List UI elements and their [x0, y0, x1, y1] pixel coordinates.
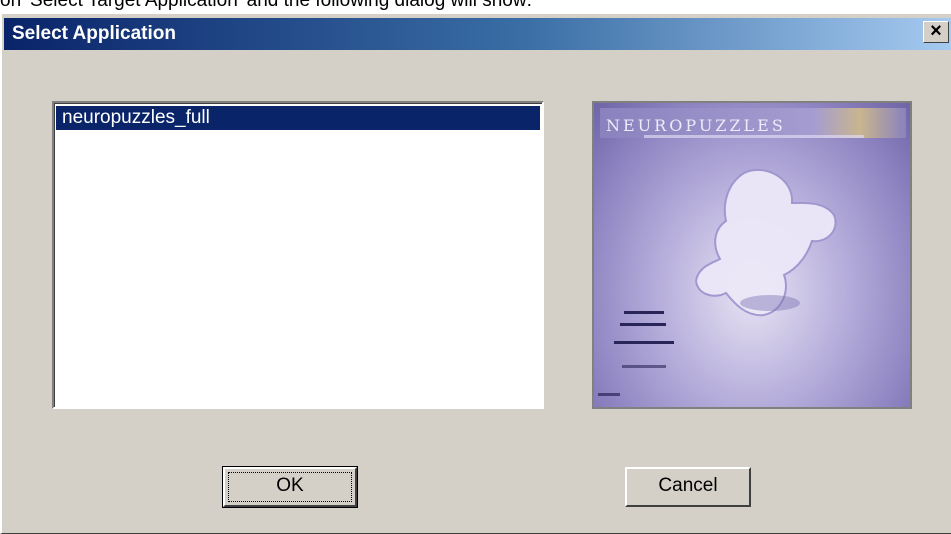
preview-menu-line: [624, 311, 664, 314]
dialog-titlebar[interactable]: Select Application ×: [4, 18, 951, 50]
ok-button-label: OK: [228, 472, 352, 502]
cancel-button[interactable]: Cancel: [625, 467, 751, 507]
preview-menu-line: [620, 323, 666, 326]
preview-menu-line: [622, 365, 666, 368]
preview-menu-line: [598, 393, 620, 396]
cancel-button-label: Cancel: [658, 475, 718, 496]
application-listbox[interactable]: neuropuzzles_full: [52, 101, 544, 409]
close-icon: ×: [930, 20, 942, 42]
close-button[interactable]: ×: [923, 21, 949, 43]
instruction-caption: on 'Select Target Application' and the f…: [0, 0, 532, 11]
puzzle-piece-graphic: [694, 168, 837, 317]
application-preview-image: NEUROPUZZLES: [592, 101, 912, 409]
dialog-title: Select Application: [12, 23, 176, 44]
preview-menu-line: [614, 341, 674, 344]
list-item[interactable]: neuropuzzles_full: [56, 106, 540, 130]
select-application-dialog: Select Application × neuropuzzles_full N…: [0, 14, 951, 534]
ok-button[interactable]: OK: [222, 466, 358, 508]
